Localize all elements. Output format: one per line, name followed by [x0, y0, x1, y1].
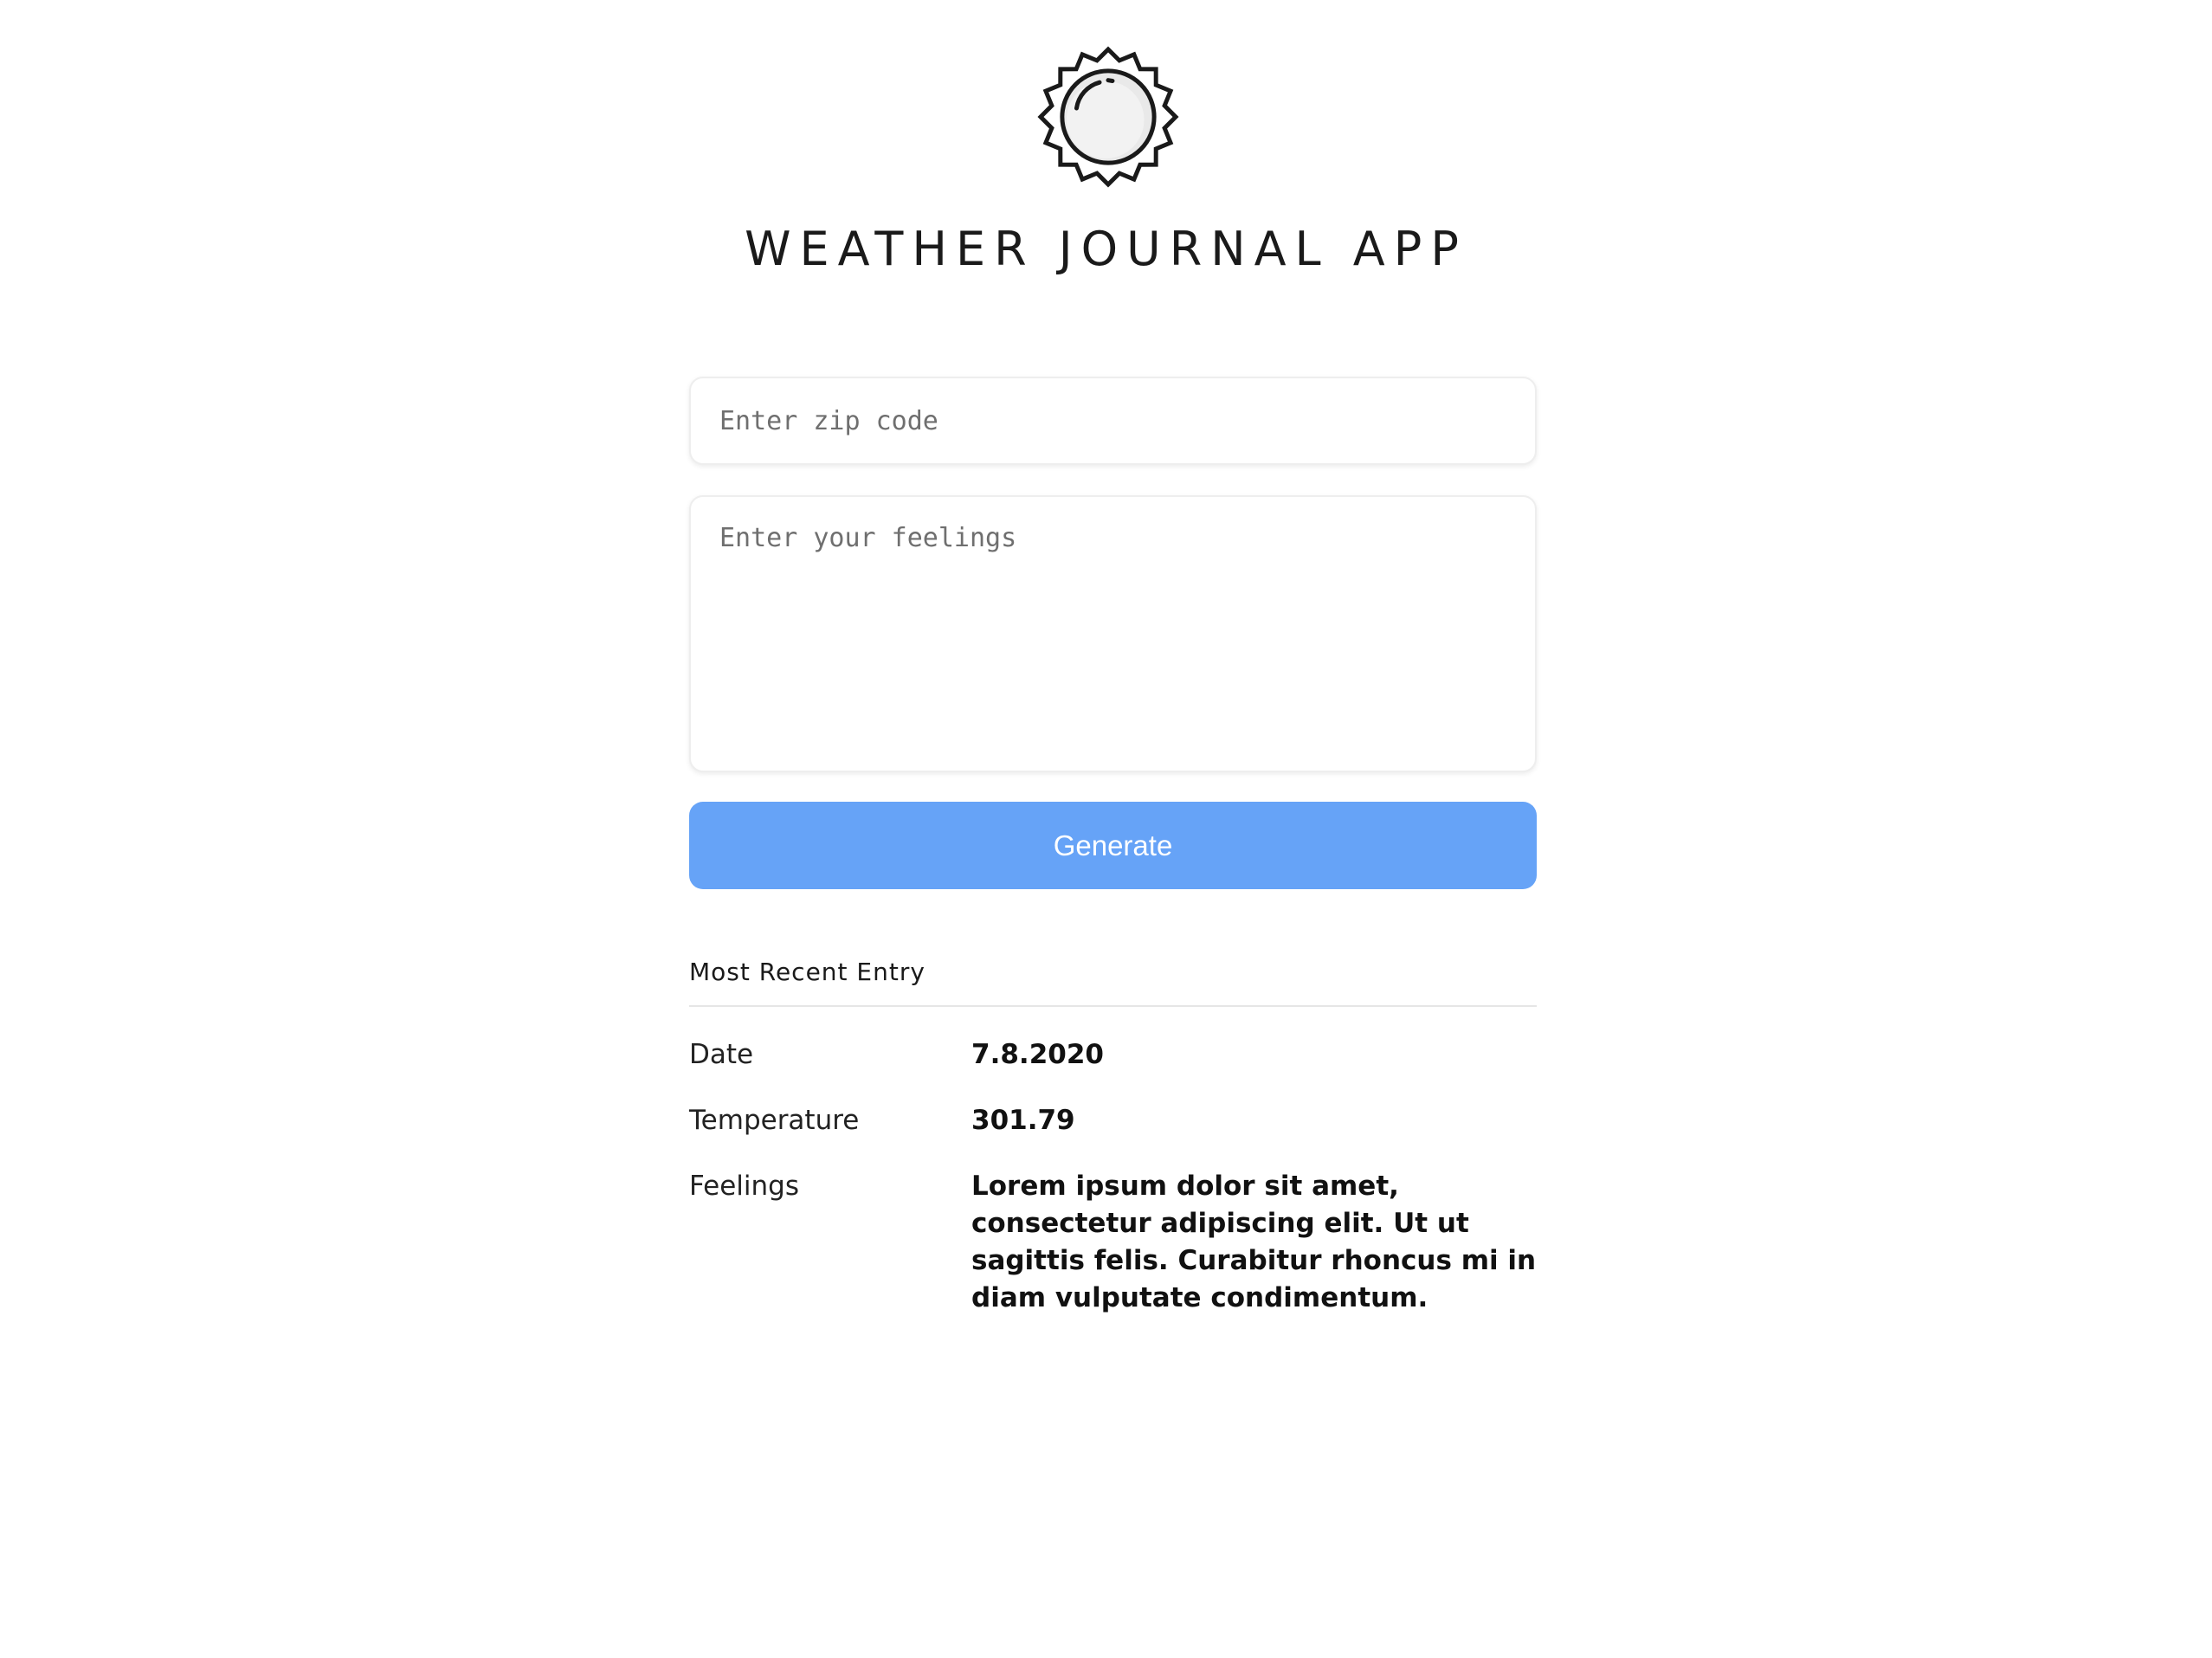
- date-label: Date: [689, 1039, 754, 1070]
- sun-icon: [1036, 45, 1180, 189]
- feelings-value: Lorem ipsum dolor sit amet, consectetur …: [971, 1171, 1537, 1313]
- feelings-label: Feelings: [689, 1171, 799, 1202]
- zip-code-input[interactable]: [689, 377, 1537, 465]
- temperature-label: Temperature: [689, 1105, 860, 1136]
- feelings-input[interactable]: [689, 495, 1537, 772]
- most-recent-entry-heading: Most Recent Entry: [689, 958, 925, 986]
- temperature-value: 301.79: [971, 1105, 1075, 1136]
- date-value: 7.8.2020: [971, 1039, 1104, 1070]
- page: WEATHER JOURNAL APP Generate Most Recent…: [0, 0, 2212, 1658]
- page-title: WEATHER JOURNAL APP: [745, 222, 1467, 276]
- divider: [689, 1005, 1537, 1007]
- generate-button[interactable]: Generate: [689, 802, 1537, 889]
